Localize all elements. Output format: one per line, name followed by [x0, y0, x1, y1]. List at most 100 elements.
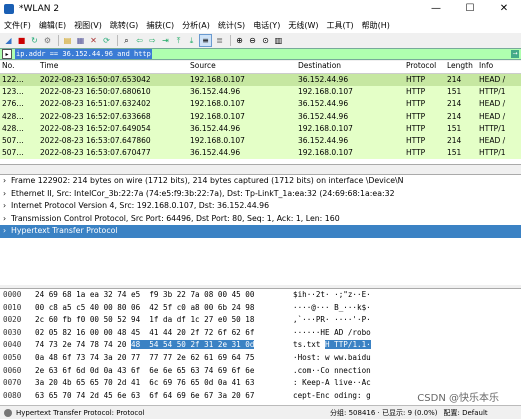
detail-tree-item[interactable]: › Transmission Control Protocol, Src Port… — [0, 213, 521, 226]
colorize-icon[interactable]: ≣ — [214, 35, 225, 46]
packet-row[interactable]: 122… 2022-08-23 16:50:07.653042 192.168.0.… — [0, 74, 521, 87]
expand-arrow-icon[interactable]: › — [3, 225, 11, 238]
packet-row[interactable]: 428… 2022-08-23 16:52:07.649054 36.152.44.… — [0, 122, 521, 135]
menu-file[interactable]: 文件(F) — [0, 20, 35, 31]
menu-view[interactable]: 视图(V) — [70, 20, 106, 31]
hex-dump-row[interactable]: 0050 0a 48 6f 73 74 3a 20 77 77 77 2e 62 … — [0, 352, 521, 365]
packet-cell-info: HEAD / — [479, 75, 506, 84]
menu-capture[interactable]: 捕获(C) — [142, 20, 178, 31]
packet-cell-length: 214 — [447, 99, 462, 109]
bookmark-icon[interactable]: ▸ — [2, 49, 12, 59]
hex-dump-row[interactable]: 0000 24 69 68 1a ea 32 74 e5 f9 3b 22 7a … — [0, 289, 521, 302]
packet-row[interactable]: 276… 2022-08-23 16:51:07.632402 192.168.0.… — [0, 98, 521, 111]
detail-tree-item[interactable]: › Ethernet II, Src: IntelCor_3b:22:7a (74… — [0, 188, 521, 201]
packet-cell-destination: 192.168.0.107 — [298, 123, 353, 133]
packet-cell-source: 192.168.0.107 — [190, 99, 245, 109]
expand-arrow-icon[interactable]: › — [3, 200, 11, 213]
shark-fin-icon[interactable]: ◢ — [3, 35, 14, 46]
hex-dump-row[interactable]: 0040 74 73 2e 74 78 74 20 48 54 54 50 2f … — [0, 339, 521, 352]
reload-icon[interactable]: ⟳ — [101, 35, 112, 46]
find-icon[interactable]: ⌕ — [121, 35, 132, 46]
forward-icon[interactable]: ⇨ — [147, 35, 158, 46]
hex-dump-row[interactable]: 0030 02 05 82 16 00 00 48 45 41 44 20 2f … — [0, 327, 521, 340]
packet-cell-info: HTTP/1 — [479, 87, 506, 97]
menu-go[interactable]: 跳转(G) — [106, 20, 142, 31]
column-header-length[interactable]: Length — [445, 61, 477, 73]
options-icon[interactable]: ⚙ — [42, 35, 53, 46]
expand-arrow-icon[interactable]: › — [3, 175, 11, 188]
packet-cell-source: 192.168.0.107 — [190, 135, 245, 145]
hex-ascii-text: ,`···PR· ····'·P· — [293, 315, 371, 325]
hex-ascii-text: ····@··· B_···k$· — [293, 302, 371, 312]
resize-columns-icon[interactable]: ▥ — [273, 35, 284, 46]
display-filter-input[interactable]: ip.addr == 36.152.44.96 and http — [15, 49, 152, 59]
menu-statistics[interactable]: 统计(S) — [214, 20, 249, 31]
zoom-out-icon[interactable]: ⊖ — [247, 35, 258, 46]
zoom-reset-icon[interactable]: ⊙ — [260, 35, 271, 46]
hex-dump-row[interactable]: 0010 00 c8 a5 c5 40 00 80 06 42 5f c0 a8 … — [0, 302, 521, 315]
column-header-source[interactable]: Source — [188, 61, 296, 73]
first-icon[interactable]: ⤒ — [173, 35, 184, 46]
column-header-no[interactable]: No. — [0, 61, 38, 73]
detail-tree-item[interactable]: › Hypertext Transfer Protocol — [0, 225, 521, 238]
menu-wireless[interactable]: 无线(W) — [284, 20, 322, 31]
close-button[interactable]: ✕ — [487, 0, 521, 17]
packet-cell-source: 192.168.0.107 — [190, 75, 245, 84]
autoscroll-icon[interactable]: ≡ — [199, 34, 212, 47]
packet-cell-destination: 36.152.44.96 — [298, 111, 349, 121]
back-icon[interactable]: ⇦ — [134, 35, 145, 46]
expand-arrow-icon[interactable]: › — [3, 213, 11, 226]
hex-ascii: $ih··2t· ·;"z··E· — [293, 289, 393, 302]
packet-row[interactable]: 507… 2022-08-23 16:53:07.647860 192.168.0.… — [0, 134, 521, 148]
packet-cell-no: 428… — [2, 111, 24, 121]
packet-cell-destination: 36.152.44.96 — [298, 135, 349, 145]
hex-bytes-text: 74 73 2e 74 78 74 20 — [35, 340, 132, 350]
save-icon[interactable]: ▦ — [75, 35, 86, 46]
packet-row[interactable]: 507… 2022-08-23 16:53:07.670477 36.152.44.… — [0, 147, 521, 160]
status-indicator-icon[interactable] — [4, 408, 12, 417]
column-header-protocol[interactable]: Protocol — [404, 61, 445, 73]
status-profile[interactable]: 配置: Default — [444, 408, 488, 418]
packet-list-header: No. Time Source Destination Protocol Len… — [0, 61, 521, 74]
hex-bytes-text: 24 69 68 1a ea 32 74 e5 f9 3b 22 7a 08 0… — [35, 290, 255, 299]
hex-bytes-highlight: 48 54 54 50 2f 31 2e 31 0d — [131, 340, 255, 350]
last-icon[interactable]: ⤓ — [186, 35, 197, 46]
restart-icon[interactable]: ↻ — [29, 35, 40, 46]
hex-ascii: ·Host: w ww.baidu — [293, 352, 393, 365]
wireshark-icon — [4, 3, 14, 14]
menu-tools[interactable]: 工具(T) — [322, 20, 357, 31]
packet-cell-no: 507… — [2, 148, 24, 158]
expand-arrow-icon[interactable]: › — [3, 188, 11, 201]
apply-filter-icon[interactable]: → — [511, 50, 519, 58]
hex-ascii-text: ts.txt — [293, 340, 326, 350]
goto-icon[interactable]: ⇥ — [160, 35, 171, 46]
detail-tree-item[interactable]: › Frame 122902: 214 bytes on wire (1712 b… — [0, 175, 521, 188]
menu-edit[interactable]: 编辑(E) — [35, 20, 70, 31]
open-file-icon[interactable]: ▤ — [62, 35, 73, 46]
detail-tree-item[interactable]: › Internet Protocol Version 4, Src: 192.1… — [0, 200, 521, 213]
hex-offset: 0080 — [3, 390, 22, 400]
window-title: *WLAN 2 — [19, 3, 60, 14]
hex-dump-row[interactable]: 0020 2c 60 fb f0 00 50 52 94 1f da df 1c … — [0, 314, 521, 327]
maximize-button[interactable]: ☐ — [453, 0, 487, 17]
hex-dump-row[interactable]: 0060 2e 63 6f 6d 0d 0a 43 6f 6e 6e 65 63 … — [0, 365, 521, 378]
close-file-icon[interactable]: ✕ — [88, 35, 99, 46]
packet-cell-protocol: HTTP — [406, 135, 426, 145]
menu-help[interactable]: 帮助(H) — [358, 20, 394, 31]
hex-offset: 0070 — [3, 378, 22, 388]
packet-cell-source: 36.152.44.96 — [190, 123, 241, 133]
menu-analyze[interactable]: 分析(A) — [178, 20, 214, 31]
packet-row[interactable]: 123… 2022-08-23 16:50:07.680610 36.152.44.… — [0, 86, 521, 99]
column-header-info[interactable]: Info — [477, 61, 521, 73]
packet-list-body: 122… 2022-08-23 16:50:07.653042 192.168.0.… — [0, 74, 521, 160]
minimize-button[interactable]: — — [419, 0, 453, 17]
packet-cell-no: 123… — [2, 87, 24, 97]
column-header-time[interactable]: Time — [38, 61, 188, 73]
hex-bytes: 74 73 2e 74 78 74 20 48 54 54 50 2f 31 2… — [35, 339, 293, 352]
packet-row[interactable]: 428… 2022-08-23 16:52:07.633668 192.168.0.… — [0, 110, 521, 123]
menu-telephony[interactable]: 电话(Y) — [249, 20, 284, 31]
hex-dump-row[interactable]: 0070 3a 20 4b 65 65 70 2d 41 6c 69 76 65 … — [0, 377, 521, 390]
stop-icon[interactable]: ■ — [16, 35, 27, 46]
zoom-in-icon[interactable]: ⊕ — [234, 35, 245, 46]
column-header-destination[interactable]: Destination — [296, 61, 404, 73]
